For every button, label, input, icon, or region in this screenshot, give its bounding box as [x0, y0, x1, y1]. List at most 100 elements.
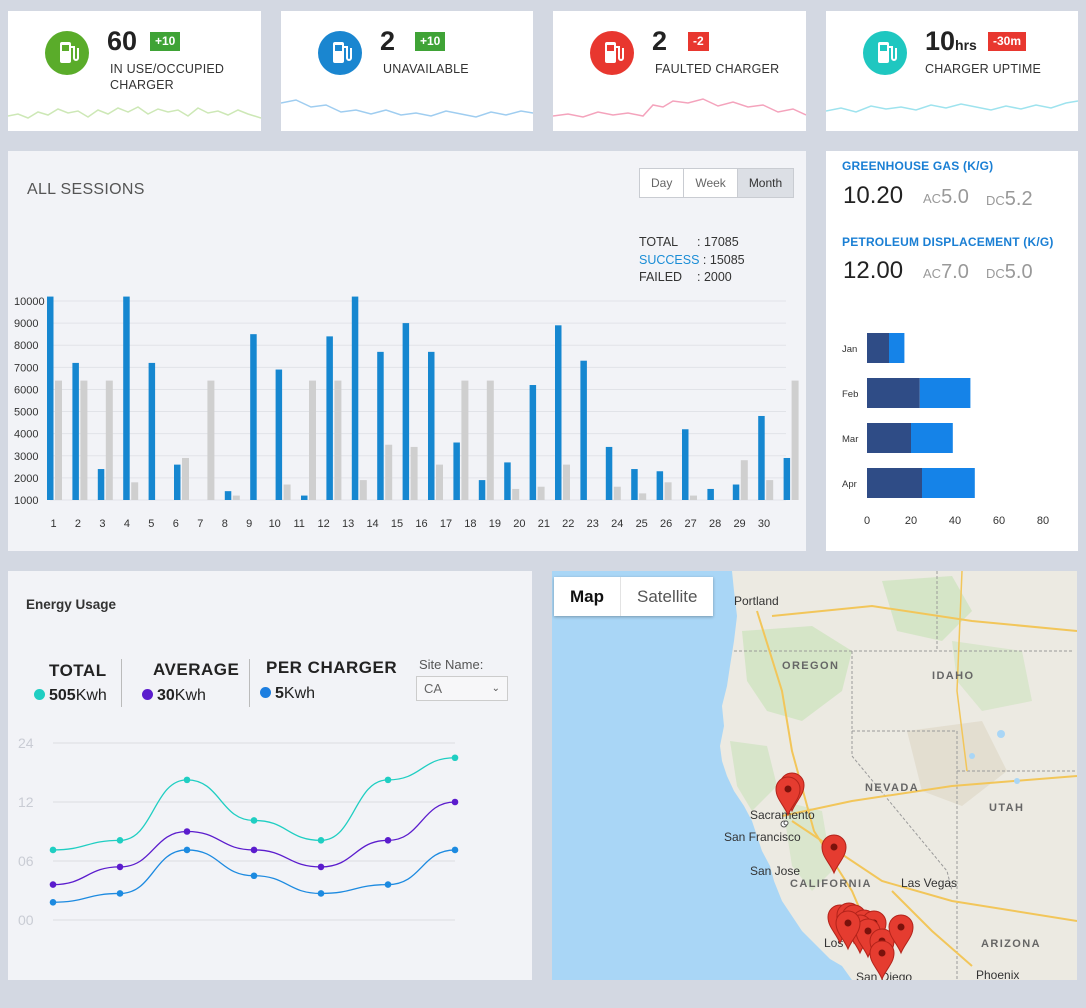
data-point[interactable]: [317, 837, 325, 844]
bar-failed[interactable]: [410, 446, 418, 500]
bar-success[interactable]: [224, 491, 232, 500]
data-point[interactable]: [317, 890, 325, 897]
stacked-bar-segment[interactable]: [911, 423, 953, 453]
stacked-bar-segment[interactable]: [867, 468, 922, 498]
data-point[interactable]: [49, 899, 57, 906]
charger-map[interactable]: Map Satellite Portland OREGON IDAHO NEVA…: [552, 571, 1077, 980]
bar-success[interactable]: [428, 351, 435, 500]
bar-failed[interactable]: [55, 380, 62, 500]
bar-success[interactable]: [250, 334, 257, 500]
bar-success[interactable]: [97, 469, 105, 500]
bar-success[interactable]: [631, 469, 638, 500]
bar-failed[interactable]: [131, 482, 139, 500]
kpi-card-uptime[interactable]: 10hrs -30m CHARGER UPTIME: [826, 11, 1078, 131]
x-tick-label: 5: [148, 518, 154, 530]
bar-success[interactable]: [174, 464, 181, 500]
bar-failed[interactable]: [740, 460, 748, 500]
bar-success[interactable]: [478, 480, 486, 500]
kpi-card-faulted[interactable]: 2 -2 FAULTED CHARGER: [553, 11, 806, 131]
x-tick-label: 23: [587, 518, 599, 530]
bar-success[interactable]: [783, 457, 791, 500]
bar-success[interactable]: [123, 296, 130, 500]
map-pin-icon[interactable]: [821, 834, 847, 875]
bar-success[interactable]: [301, 495, 308, 500]
bar-failed[interactable]: [359, 480, 367, 500]
bar-success[interactable]: [351, 296, 359, 500]
bar-failed[interactable]: [690, 495, 697, 500]
tab-day[interactable]: Day: [640, 169, 685, 197]
bar-success[interactable]: [72, 362, 79, 500]
bar-success[interactable]: [707, 488, 714, 500]
data-point[interactable]: [250, 817, 258, 824]
bar-success[interactable]: [377, 351, 384, 500]
map-pin-icon[interactable]: [775, 776, 801, 817]
bar-failed[interactable]: [512, 488, 520, 500]
data-point[interactable]: [451, 754, 459, 762]
data-point[interactable]: [384, 776, 392, 784]
tab-week[interactable]: Week: [684, 169, 738, 197]
bar-failed[interactable]: [232, 495, 240, 500]
bar-success[interactable]: [148, 362, 156, 500]
stacked-bar-segment[interactable]: [867, 423, 911, 453]
bar-success[interactable]: [529, 385, 537, 500]
stacked-bar-segment[interactable]: [867, 378, 920, 408]
data-point[interactable]: [250, 872, 258, 880]
bar-success[interactable]: [656, 471, 664, 500]
bar-failed[interactable]: [766, 480, 774, 500]
bar-success[interactable]: [275, 369, 283, 500]
bar-success[interactable]: [758, 415, 765, 500]
bar-failed[interactable]: [461, 380, 469, 500]
data-point[interactable]: [183, 846, 191, 854]
data-point[interactable]: [451, 798, 459, 806]
bar-success[interactable]: [453, 442, 460, 500]
data-point[interactable]: [116, 837, 124, 844]
bar-failed[interactable]: [664, 482, 672, 500]
bar-failed[interactable]: [385, 444, 393, 500]
bar-failed[interactable]: [639, 493, 647, 500]
bar-success[interactable]: [326, 336, 333, 500]
data-point[interactable]: [384, 837, 392, 844]
bar-failed[interactable]: [436, 464, 443, 500]
stacked-bar-segment[interactable]: [922, 468, 975, 498]
data-point[interactable]: [183, 828, 191, 835]
bar-failed[interactable]: [486, 380, 494, 500]
data-point[interactable]: [116, 863, 124, 871]
bar-failed[interactable]: [80, 380, 88, 500]
bar-failed[interactable]: [105, 380, 113, 500]
data-point[interactable]: [384, 881, 392, 888]
bar-success[interactable]: [605, 446, 613, 500]
y-tick-label: 7000: [14, 362, 38, 374]
data-point[interactable]: [49, 881, 57, 888]
kpi-card-in-use[interactable]: 60 +10 IN USE/OCCUPIED CHARGER: [8, 11, 261, 131]
kpi-card-unavailable[interactable]: 2 +10 UNAVAILABLE: [281, 11, 533, 131]
bar-failed[interactable]: [182, 457, 189, 500]
data-point[interactable]: [116, 890, 124, 897]
bar-failed[interactable]: [791, 380, 799, 500]
bar-success[interactable]: [580, 360, 587, 500]
map-pin-icon[interactable]: [869, 940, 895, 980]
data-point[interactable]: [451, 846, 459, 854]
bar-success[interactable]: [504, 462, 511, 500]
bar-success[interactable]: [402, 323, 410, 500]
bar-failed[interactable]: [537, 486, 545, 500]
site-name-select[interactable]: CA ⌄: [416, 676, 508, 701]
bar-success[interactable]: [732, 484, 740, 500]
stacked-bar-segment[interactable]: [867, 333, 889, 363]
bar-failed[interactable]: [207, 380, 215, 500]
data-point[interactable]: [183, 776, 191, 784]
bar-failed[interactable]: [613, 486, 621, 500]
bar-failed[interactable]: [283, 484, 291, 500]
bar-failed[interactable]: [309, 380, 316, 500]
bar-success[interactable]: [47, 296, 54, 500]
data-point[interactable]: [250, 846, 258, 854]
data-point[interactable]: [49, 846, 57, 854]
bar-failed[interactable]: [563, 464, 570, 500]
bar-success[interactable]: [682, 429, 689, 500]
bar-success[interactable]: [555, 325, 562, 500]
tab-month[interactable]: Month: [737, 169, 794, 197]
panel-title: ALL SESSIONS: [27, 181, 145, 198]
stacked-bar-segment[interactable]: [889, 333, 905, 363]
bar-failed[interactable]: [334, 380, 342, 500]
stacked-bar-segment[interactable]: [919, 378, 971, 408]
data-point[interactable]: [317, 863, 325, 871]
